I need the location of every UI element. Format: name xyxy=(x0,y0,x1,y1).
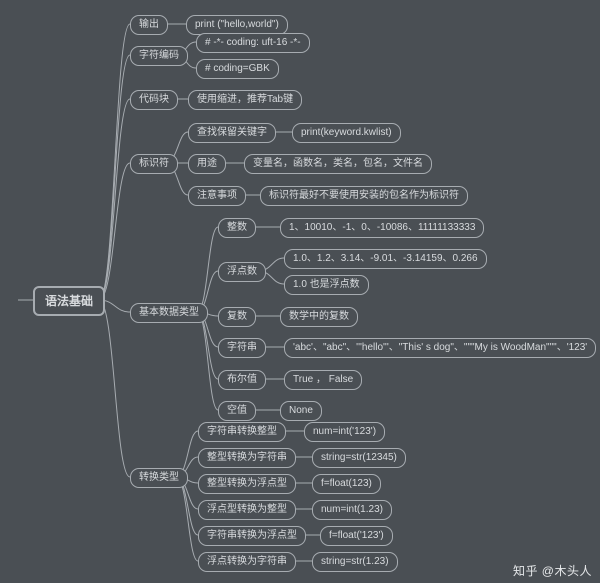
root-node[interactable]: 语法基础 xyxy=(33,286,105,316)
branch-conversion[interactable]: 转换类型 xyxy=(130,468,188,488)
leaf-float-examples[interactable]: 1.0、1.2、3.14、-9.01、-3.14159、0.266 xyxy=(284,249,487,269)
node-identifier-usage[interactable]: 用途 xyxy=(188,154,226,174)
node-int-to-str[interactable]: 整型转换为字符串 xyxy=(198,448,296,468)
node-bool[interactable]: 布尔值 xyxy=(218,370,266,390)
node-float-to-int[interactable]: 浮点型转换为整型 xyxy=(198,500,296,520)
node-int-to-float[interactable]: 整型转换为浮点型 xyxy=(198,474,296,494)
branch-identifier[interactable]: 标识符 xyxy=(130,154,178,174)
node-none[interactable]: 空值 xyxy=(218,401,256,421)
node-complex[interactable]: 复数 xyxy=(218,307,256,327)
node-string[interactable]: 字符串 xyxy=(218,338,266,358)
node-int[interactable]: 整数 xyxy=(218,218,256,238)
leaf-identifier-kwlist[interactable]: print(keyword.kwlist) xyxy=(292,123,401,143)
leaf-none-value[interactable]: None xyxy=(280,401,322,421)
leaf-encoding-utf16[interactable]: # -*- coding: uft-16 -*- xyxy=(196,33,310,53)
branch-datatypes[interactable]: 基本数据类型 xyxy=(130,303,208,323)
watermark: 知乎 @木头人 xyxy=(513,562,592,579)
leaf-int-examples[interactable]: 1、10010、-1、0、-10086、11111133333 xyxy=(280,218,484,238)
node-float-to-str[interactable]: 浮点转换为字符串 xyxy=(198,552,296,572)
mindmap-canvas: 语法基础 输出 print ("hello,world") 字符编码 # -*-… xyxy=(0,0,600,583)
leaf-float-to-str-code[interactable]: string=str(1.23) xyxy=(312,552,398,572)
branch-output[interactable]: 输出 xyxy=(130,15,168,35)
leaf-identifier-usage-detail[interactable]: 变量名，函数名，类名，包名，文件名 xyxy=(244,154,432,174)
leaf-encoding-gbk[interactable]: # coding=GBK xyxy=(196,59,279,79)
leaf-int-to-str-code[interactable]: string=str(12345) xyxy=(312,448,406,468)
leaf-identifier-note-detail[interactable]: 标识符最好不要使用安装的包名作为标识符 xyxy=(260,186,468,206)
leaf-complex-detail[interactable]: 数学中的复数 xyxy=(280,307,358,327)
leaf-int-to-float-code[interactable]: f=float(123) xyxy=(312,474,381,494)
node-identifier-lookup[interactable]: 查找保留关键字 xyxy=(188,123,276,143)
leaf-str-to-int-code[interactable]: num=int('123') xyxy=(304,422,385,442)
node-str-to-float[interactable]: 字符串转换为浮点型 xyxy=(198,526,306,546)
node-str-to-int[interactable]: 字符串转换整型 xyxy=(198,422,286,442)
leaf-float-note[interactable]: 1.0 也是浮点数 xyxy=(284,275,369,295)
leaf-codeblock-indent[interactable]: 使用缩进，推荐Tab键 xyxy=(188,90,302,110)
leaf-string-examples[interactable]: 'abc'、"abc"、'''hello'''、"This' s dog"、""… xyxy=(284,338,596,358)
leaf-bool-values[interactable]: True ， False xyxy=(284,370,362,390)
leaf-output-example[interactable]: print ("hello,world") xyxy=(186,15,288,35)
node-float[interactable]: 浮点数 xyxy=(218,262,266,282)
leaf-str-to-float-code[interactable]: f=float('123') xyxy=(320,526,393,546)
node-identifier-note[interactable]: 注意事项 xyxy=(188,186,246,206)
branch-encoding[interactable]: 字符编码 xyxy=(130,46,188,66)
leaf-float-to-int-code[interactable]: num=int(1.23) xyxy=(312,500,392,520)
branch-codeblock[interactable]: 代码块 xyxy=(130,90,178,110)
